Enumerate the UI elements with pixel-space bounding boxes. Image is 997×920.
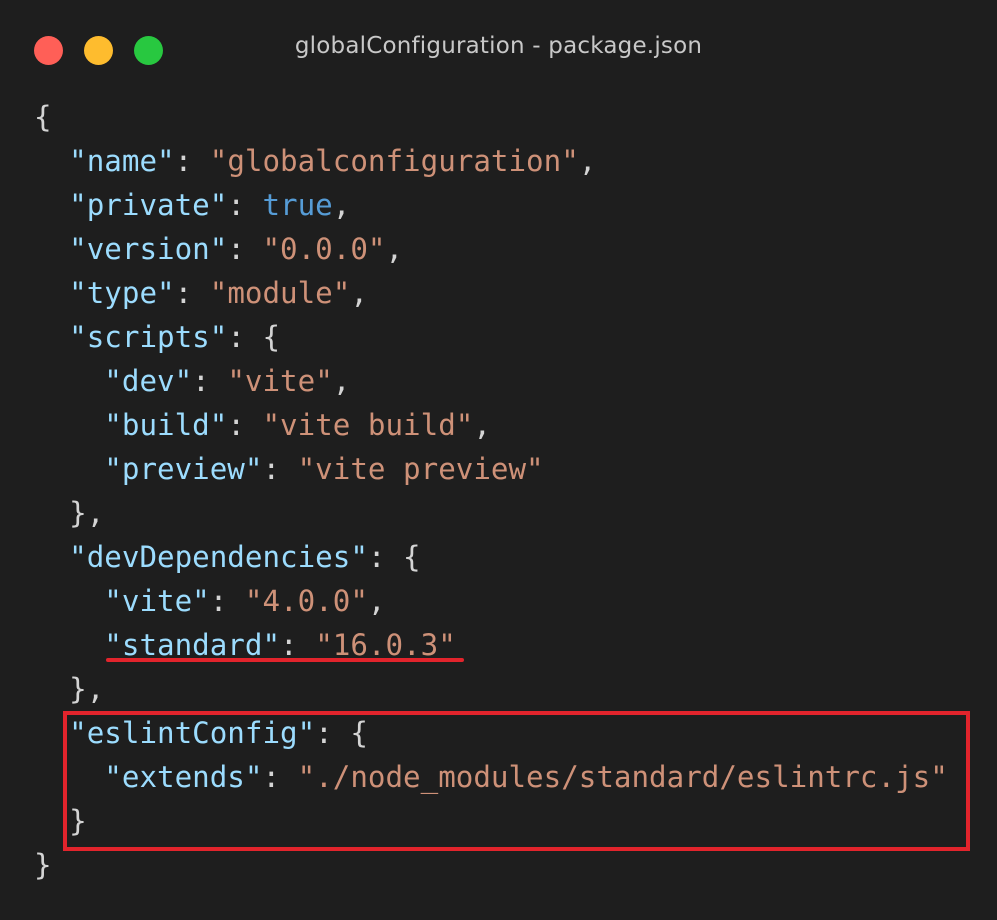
json-string-value: "module" bbox=[209, 276, 351, 310]
json-punctuation: { bbox=[34, 100, 52, 134]
code-line: { bbox=[34, 95, 948, 139]
json-punctuation: : bbox=[262, 452, 298, 486]
json-punctuation: }, bbox=[69, 496, 105, 530]
code-window: globalConfiguration - package.json { "na… bbox=[0, 0, 997, 920]
json-punctuation: : bbox=[227, 232, 263, 266]
json-punctuation: , bbox=[350, 276, 368, 310]
json-punctuation: : bbox=[192, 364, 228, 398]
json-punctuation: , bbox=[367, 584, 386, 618]
code-line: "type": "module", bbox=[34, 271, 948, 315]
code-line: "devDependencies": { bbox=[34, 535, 948, 579]
json-string-value: "vite preview" bbox=[297, 452, 544, 486]
json-punctuation: } bbox=[34, 848, 52, 882]
json-string-value: "vite" bbox=[227, 364, 333, 398]
code-line: "scripts": { bbox=[34, 315, 948, 359]
code-line: "build": "vite build", bbox=[34, 403, 948, 447]
json-key: "preview" bbox=[104, 452, 263, 486]
json-punctuation: , bbox=[473, 408, 491, 442]
title-bar: globalConfiguration - package.json bbox=[0, 0, 997, 100]
json-key: "private" bbox=[69, 188, 228, 222]
json-punctuation: , bbox=[385, 232, 404, 266]
json-punctuation: : bbox=[174, 144, 210, 178]
json-punctuation: : bbox=[209, 584, 245, 618]
json-string-value: "16.0.3" bbox=[315, 628, 456, 662]
json-punctuation: , bbox=[578, 144, 597, 178]
json-punctuation: : bbox=[280, 628, 316, 662]
code-line: "dev": "vite", bbox=[34, 359, 948, 403]
code-line: "private": true, bbox=[34, 183, 948, 227]
json-key: "scripts" bbox=[69, 320, 228, 354]
code-line: "version": "0.0.0", bbox=[34, 227, 948, 271]
code-line: "preview": "vite preview" bbox=[34, 447, 948, 491]
json-punctuation: : bbox=[174, 276, 210, 310]
json-punctuation: : bbox=[227, 188, 263, 222]
json-string-value: "4.0.0" bbox=[244, 584, 368, 618]
json-key: "dev" bbox=[104, 364, 193, 398]
json-punctuation: : { bbox=[227, 320, 281, 354]
json-string-value: "globalconfiguration" bbox=[209, 144, 579, 178]
json-punctuation: , bbox=[332, 364, 351, 398]
json-key: "build" bbox=[104, 408, 228, 442]
json-punctuation: : { bbox=[367, 540, 421, 574]
json-punctuation: , bbox=[332, 188, 351, 222]
json-punctuation: }, bbox=[69, 672, 105, 706]
standard-dependency-underline bbox=[106, 658, 464, 662]
code-line: "vite": "4.0.0", bbox=[34, 579, 948, 623]
eslint-config-highlight-box bbox=[63, 711, 970, 851]
json-key: "name" bbox=[69, 144, 175, 178]
code-line: "name": "globalconfiguration", bbox=[34, 139, 948, 183]
json-key: "type" bbox=[69, 276, 175, 310]
json-key: "standard" bbox=[104, 628, 281, 662]
code-line: }, bbox=[34, 667, 948, 711]
json-key: "devDependencies" bbox=[69, 540, 368, 574]
code-line: }, bbox=[34, 491, 948, 535]
json-key: "version" bbox=[69, 232, 228, 266]
json-boolean-value: true bbox=[262, 188, 333, 222]
json-key: "vite" bbox=[104, 584, 210, 618]
json-string-value: "0.0.0" bbox=[262, 232, 386, 266]
json-string-value: "vite build" bbox=[262, 408, 474, 442]
window-title: globalConfiguration - package.json bbox=[294, 33, 703, 59]
json-punctuation: : bbox=[227, 408, 263, 442]
